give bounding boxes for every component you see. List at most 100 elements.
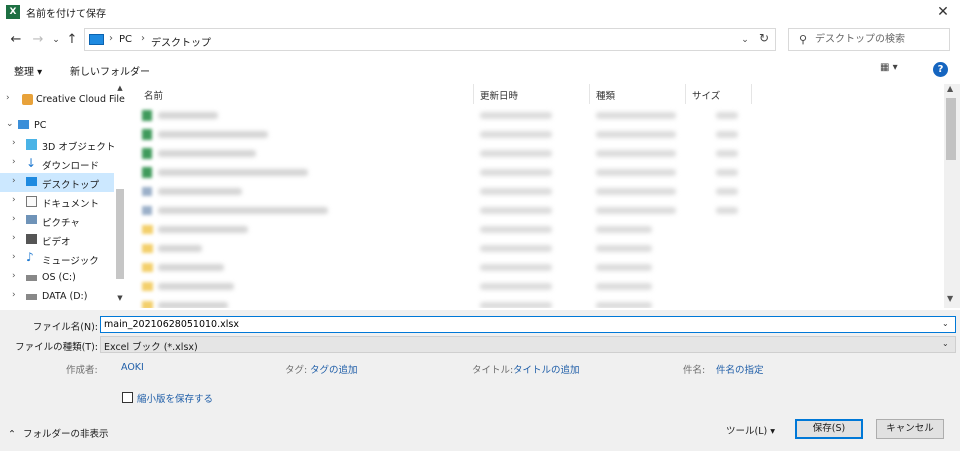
save-thumbnail-label[interactable]: 縮小版を保存する (137, 391, 213, 405)
chevron-right-icon[interactable]: › (12, 252, 16, 262)
file-size-redacted (716, 150, 738, 157)
sidebar-item-3d-objects[interactable]: › 3D オブジェクト (0, 135, 115, 154)
file-row[interactable] (128, 258, 748, 277)
filetype-select[interactable]: Excel ブック (*.xlsx) (100, 336, 956, 353)
file-row[interactable] (128, 125, 748, 144)
sidebar-item-label: ドキュメント (42, 199, 100, 210)
scroll-down-arrow[interactable]: ▼ (115, 294, 125, 304)
cancel-button[interactable]: キャンセル (876, 419, 944, 439)
sidebar-item-label: PC (34, 120, 47, 131)
chevron-right-icon[interactable]: › (12, 271, 16, 281)
refresh-button[interactable]: ↻ (756, 30, 772, 46)
breadcrumb-pc[interactable]: PC (119, 34, 132, 45)
filename-input[interactable] (100, 316, 956, 333)
title-value[interactable]: タイトルの追加 (513, 362, 580, 376)
file-type-redacted (596, 245, 652, 252)
chevron-right-icon[interactable]: › (12, 195, 16, 205)
file-row[interactable] (128, 296, 748, 308)
file-list-scrollbar[interactable]: ▲ ▼ (944, 84, 960, 308)
scroll-up-arrow[interactable]: ▲ (115, 84, 125, 94)
sidebar-item-desktop[interactable]: › デスクトップ (0, 173, 114, 192)
chevron-down-icon[interactable]: ⌄ (942, 339, 949, 348)
file-row[interactable] (128, 182, 748, 201)
search-box[interactable]: ⚲ (788, 28, 950, 51)
column-header-type[interactable]: 種類 (590, 84, 686, 104)
back-button[interactable]: ← (6, 30, 26, 50)
sidebar-item-pictures[interactable]: › ピクチャ (0, 211, 114, 230)
chevron-right-icon[interactable]: › (12, 214, 16, 224)
new-folder-button[interactable]: 新しいフォルダー (70, 63, 150, 78)
forward-button[interactable]: → (28, 30, 48, 50)
chevron-right-icon[interactable]: › (12, 157, 16, 167)
chevron-right-icon[interactable]: › (12, 290, 16, 300)
close-button[interactable]: ✕ (932, 2, 954, 22)
author-value[interactable]: AOKI (121, 362, 144, 373)
file-name-redacted (158, 112, 218, 119)
chevron-right-icon[interactable]: › (6, 93, 10, 103)
file-type-redacted (596, 188, 676, 195)
shortcut-icon (142, 187, 152, 196)
file-size-redacted (716, 207, 738, 214)
column-header-modified[interactable]: 更新日時 (474, 84, 590, 104)
file-name-redacted (158, 169, 308, 176)
sidebar-item-music[interactable]: › ♪ ミュージック (0, 249, 114, 268)
title-bar: X 名前を付けて保存 ✕ (0, 0, 960, 24)
up-button[interactable]: ↑ (62, 30, 82, 50)
search-input[interactable] (815, 29, 947, 50)
scroll-down-arrow[interactable]: ▼ (947, 294, 953, 303)
sidebar-item-creative-cloud[interactable]: › Creative Cloud File (0, 90, 125, 109)
navigation-pane[interactable]: › Creative Cloud File ⌄ PC › 3D オブジェクト ›… (0, 84, 126, 308)
document-icon (26, 196, 37, 207)
sidebar-item-videos[interactable]: › ビデオ (0, 230, 114, 249)
file-size-redacted (716, 112, 738, 119)
sidebar-item-drive-d[interactable]: › DATA (D:) (0, 287, 114, 306)
view-options-button[interactable]: ▦ ▾ (880, 62, 916, 78)
file-name-redacted (158, 302, 228, 308)
drive-os-icon (26, 275, 37, 281)
organize-button[interactable]: 整理 ▾ (14, 63, 42, 78)
scrollbar-thumb[interactable] (116, 189, 124, 279)
column-header-size[interactable]: サイズ (686, 84, 752, 104)
file-row[interactable] (128, 277, 748, 296)
chevron-down-icon[interactable]: ⌄ (6, 119, 14, 129)
file-row[interactable] (128, 106, 748, 125)
breadcrumb-desktop[interactable]: デスクトップ (151, 34, 211, 49)
file-size-redacted (716, 131, 738, 138)
address-bar[interactable]: › PC › デスクトップ ⌄ (84, 28, 776, 51)
file-row[interactable] (128, 201, 748, 220)
author-label: 作成者: (66, 365, 98, 376)
sidebar-item-pc[interactable]: ⌄ PC (0, 116, 114, 135)
sidebar-item-documents[interactable]: › ドキュメント (0, 192, 114, 211)
tags-value[interactable]: タグの追加 (310, 362, 358, 376)
column-header-name[interactable]: 名前 (138, 84, 474, 104)
file-date-redacted (480, 207, 552, 214)
help-button[interactable]: ? (933, 62, 948, 77)
file-list[interactable]: 名前 ⌃ 更新日時 種類 サイズ (128, 84, 944, 308)
file-row[interactable] (128, 144, 748, 163)
scrollbar-thumb[interactable] (946, 98, 956, 160)
file-row[interactable] (128, 239, 748, 258)
save-thumbnail-checkbox[interactable] (122, 392, 133, 403)
hide-folders-button[interactable]: ⌃ フォルダーの非表示 (8, 426, 109, 440)
sidebar-item-downloads[interactable]: › ↓ ダウンロード (0, 154, 114, 173)
file-type-redacted (596, 150, 676, 157)
file-name-redacted (158, 245, 202, 252)
chevron-down-icon[interactable]: ⌄ (942, 319, 949, 328)
file-date-redacted (480, 131, 552, 138)
chevron-right-icon[interactable]: › (12, 176, 16, 186)
save-button[interactable]: 保存(S) (795, 419, 863, 439)
tools-button[interactable]: ツール(L) ▾ (726, 423, 775, 437)
chevron-right-icon[interactable]: › (12, 233, 16, 243)
subject-value[interactable]: 件名の指定 (716, 362, 764, 376)
file-date-redacted (480, 226, 552, 233)
file-row[interactable] (128, 220, 748, 239)
hide-folders-label: フォルダーの非表示 (23, 429, 109, 440)
sidebar-item-label: OS (C:) (42, 272, 76, 283)
chevron-right-icon[interactable]: › (12, 138, 16, 148)
file-row[interactable] (128, 163, 748, 182)
sidebar-item-drive-c[interactable]: › OS (C:) (0, 268, 114, 287)
address-dropdown-icon[interactable]: ⌄ (737, 32, 753, 48)
excel-file-icon (142, 167, 152, 178)
folder-icon (142, 282, 153, 291)
scroll-up-arrow[interactable]: ▲ (947, 84, 953, 93)
